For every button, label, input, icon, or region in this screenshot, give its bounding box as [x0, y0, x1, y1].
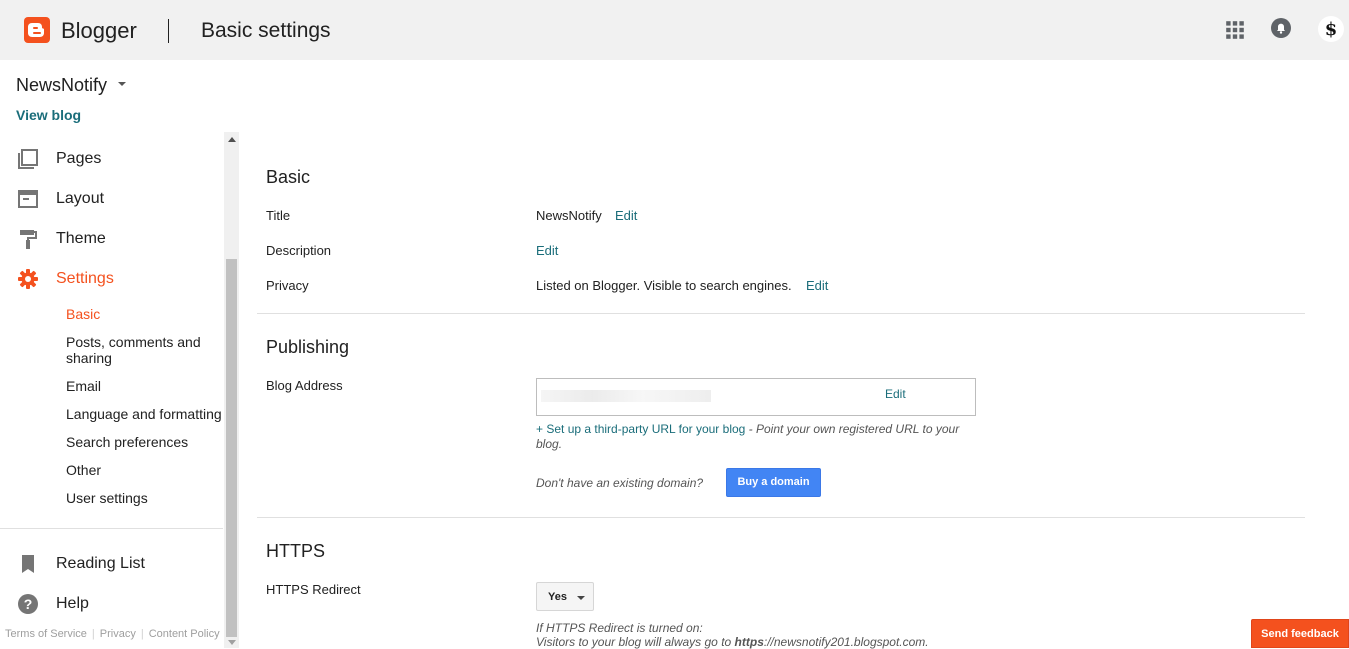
https-note-prefix: Visitors to your blog will always go to [536, 635, 735, 649]
account-avatar[interactable]: $ [1318, 16, 1344, 42]
header-divider [168, 19, 169, 43]
sidebar-item-label: Settings [56, 270, 114, 287]
send-feedback-button[interactable]: Send feedback [1251, 619, 1349, 648]
sidebar-item-label: Theme [56, 230, 106, 247]
section-title-basic: Basic [266, 167, 311, 187]
sidebar-item-reading-list[interactable]: Reading List [0, 544, 223, 584]
settings-sub-search-preferences[interactable]: Search preferences [66, 434, 226, 450]
edit-privacy-link[interactable]: Edit [806, 278, 828, 293]
chevron-down-icon [577, 596, 585, 600]
settings-sub-language-formatting[interactable]: Language and formatting [66, 406, 226, 422]
brand-name[interactable]: Blogger [61, 18, 137, 44]
sidebar-item-label: Pages [56, 150, 102, 167]
sidebar-divider [0, 528, 223, 529]
view-blog-link[interactable]: View blog [16, 107, 81, 123]
terms-link[interactable]: Terms of Service [5, 628, 87, 640]
section-title-publishing: Publishing [266, 337, 350, 357]
sidebar-item-pages[interactable]: Pages [0, 139, 223, 179]
sidebar-item-label: Reading List [56, 555, 145, 572]
blog-address-value-redacted [541, 390, 711, 402]
sidebar-item-layout[interactable]: Layout [0, 179, 223, 219]
title-label: Title [266, 208, 291, 223]
https-note-domain: ://newsnotify201.blogspot.com. [763, 635, 929, 649]
sidebar-item-help[interactable]: ? Help [0, 584, 223, 624]
gear-icon [18, 269, 38, 289]
sidebar-item-settings[interactable]: Settings [0, 259, 223, 299]
blogger-logo-icon[interactable] [24, 17, 50, 43]
edit-description-link[interactable]: Edit [536, 243, 558, 258]
https-note-line1: If HTTPS Redirect is turned on: [536, 621, 703, 635]
top-bar: Blogger Basic settings $ [0, 0, 1349, 60]
sidebar-item-label: Layout [56, 190, 105, 207]
privacy-link[interactable]: Privacy [100, 628, 136, 640]
https-redirect-value: Yes [548, 591, 567, 603]
content-policy-link[interactable]: Content Policy [149, 628, 220, 640]
settings-sub-other[interactable]: Other [66, 462, 226, 478]
privacy-label: Privacy [266, 278, 309, 293]
scrollbar-thumb[interactable] [226, 259, 237, 637]
edit-title-link[interactable]: Edit [615, 208, 637, 223]
buy-domain-button[interactable]: Buy a domain [726, 468, 821, 497]
section-divider [257, 313, 1305, 314]
page-title: Basic settings [201, 19, 331, 42]
section-title-https: HTTPS [266, 541, 326, 561]
pages-icon [18, 149, 38, 169]
footer-links: Terms of Service | Privacy | Content Policy [5, 628, 220, 640]
third-party-url-link[interactable]: + Set up a third-party URL for your blog [536, 422, 745, 436]
scroll-down-arrow-icon[interactable] [228, 640, 236, 645]
sidebar-item-theme[interactable]: Theme [0, 219, 223, 259]
https-note-scheme: https [734, 635, 764, 649]
https-redirect-select[interactable]: Yes [536, 582, 594, 611]
svg-text:?: ? [24, 596, 33, 612]
title-value: NewsNotify [536, 208, 602, 223]
edit-blog-address-link[interactable]: Edit [885, 387, 906, 401]
layout-icon [18, 190, 38, 208]
settings-sub-email[interactable]: Email [66, 378, 226, 394]
sidebar-item-label: Help [56, 595, 89, 612]
https-redirect-note: If HTTPS Redirect is turned on: Visitors… [536, 621, 929, 649]
settings-sub-user-settings[interactable]: User settings [66, 490, 226, 506]
section-divider [257, 517, 1305, 518]
privacy-value: Listed on Blogger. Visible to search eng… [536, 278, 792, 293]
third-party-url-text: + Set up a third-party URL for your blog… [536, 422, 976, 452]
blog-address-label: Blog Address [266, 378, 343, 393]
no-domain-text: Don't have an existing domain? [536, 476, 704, 490]
chevron-down-icon[interactable] [118, 82, 126, 86]
apps-icon[interactable] [1224, 19, 1246, 41]
description-label: Description [266, 243, 332, 258]
notifications-icon[interactable] [1270, 17, 1292, 39]
help-icon: ? [18, 594, 38, 614]
https-redirect-label: HTTPS Redirect [266, 582, 361, 597]
blog-selector[interactable]: NewsNotify [16, 75, 107, 96]
avatar-letter: $ [1325, 19, 1338, 40]
scroll-up-arrow-icon[interactable] [228, 137, 236, 142]
settings-sub-basic[interactable]: Basic [66, 306, 226, 322]
settings-sub-posts-comments-sharing[interactable]: Posts, comments and sharing [66, 334, 226, 366]
theme-roller-icon [20, 230, 37, 249]
bookmark-icon [22, 555, 34, 573]
